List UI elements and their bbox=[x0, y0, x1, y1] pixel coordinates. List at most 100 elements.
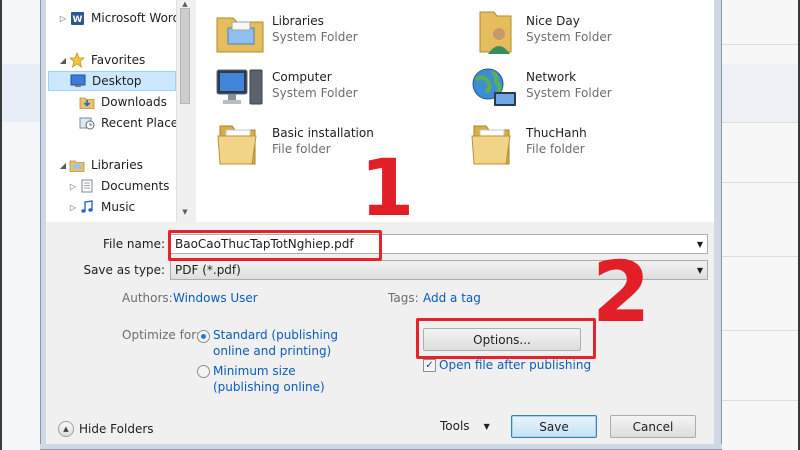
nav-item-label: Desktop bbox=[92, 74, 142, 88]
save-as-type-value: PDF (*.pdf) bbox=[175, 263, 241, 277]
network-icon bbox=[468, 64, 520, 112]
background-line bbox=[722, 256, 800, 257]
nav-item-downloads[interactable]: Downloads bbox=[68, 92, 167, 112]
item-name: Basic installation bbox=[272, 126, 374, 140]
collapse-arrow-icon[interactable]: ◢ bbox=[58, 161, 68, 170]
word-icon: W bbox=[68, 10, 86, 26]
background-window-left bbox=[0, 0, 40, 450]
file-item-nice-day[interactable]: Nice Day System Folder bbox=[468, 8, 708, 58]
nav-item-label: Libraries bbox=[91, 158, 143, 172]
tags-label: Tags: bbox=[388, 291, 419, 305]
file-list-pane[interactable]: Libraries System Folder Nice Day System Fo… bbox=[196, 0, 714, 222]
optimize-minimum-radio[interactable] bbox=[197, 365, 210, 378]
music-icon bbox=[78, 199, 96, 215]
item-type: File folder bbox=[526, 142, 585, 156]
user-folder-icon bbox=[468, 8, 520, 56]
open-after-publishing-checkbox[interactable]: ✓ bbox=[423, 359, 436, 372]
expand-arrow-icon[interactable]: ▷ bbox=[68, 203, 78, 212]
dropdown-arrow-icon[interactable]: ▼ bbox=[697, 266, 703, 275]
folder-icon bbox=[214, 120, 266, 168]
save-button[interactable]: Save bbox=[511, 415, 597, 438]
recent-places-icon bbox=[78, 115, 96, 131]
item-name: Network bbox=[526, 70, 577, 84]
background-band bbox=[722, 64, 800, 122]
computer-icon bbox=[214, 64, 266, 112]
tags-input[interactable]: Add a tag bbox=[423, 291, 481, 305]
options-highlight-box bbox=[416, 318, 596, 359]
background-window-right bbox=[722, 0, 800, 450]
nav-item-favorites[interactable]: ◢ Favorites bbox=[58, 50, 145, 70]
nav-item-label: Downloads bbox=[101, 95, 167, 109]
dropdown-arrow-icon: ▼ bbox=[483, 421, 490, 431]
optimize-minimum-label[interactable]: Minimum size (publishing online) bbox=[213, 363, 325, 395]
item-type: System Folder bbox=[526, 86, 612, 100]
optimize-for-label: Optimize for: bbox=[122, 328, 200, 342]
save-as-type-label: Save as type: bbox=[83, 263, 165, 277]
background-line bbox=[722, 400, 800, 401]
open-after-publishing-label[interactable]: Open file after publishing bbox=[439, 358, 591, 372]
background-band bbox=[0, 64, 40, 122]
nav-item-libraries[interactable]: ◢ Libraries bbox=[58, 155, 143, 175]
nav-item-microsoft-word[interactable]: ▷ W Microsoft Word bbox=[58, 8, 180, 28]
nav-item-documents[interactable]: ▷ Documents bbox=[68, 176, 170, 196]
nav-item-label: Recent Places bbox=[101, 116, 185, 130]
nav-item-label: Music bbox=[101, 200, 136, 214]
item-type: File folder bbox=[272, 142, 331, 156]
navigation-pane[interactable]: ▷ W Microsoft Word ◢ Favorites Desktop D… bbox=[46, 0, 192, 222]
downloads-folder-icon bbox=[78, 94, 96, 110]
scroll-down-arrow-icon[interactable]: ▼ bbox=[177, 208, 193, 216]
file-item-libraries[interactable]: Libraries System Folder bbox=[214, 8, 454, 58]
background-line bbox=[722, 182, 800, 183]
libraries-folder-icon bbox=[214, 8, 266, 56]
dropdown-arrow-icon[interactable]: ▼ bbox=[697, 240, 703, 249]
file-item-basic-installation[interactable]: Basic installation File folder bbox=[214, 120, 454, 170]
optimize-standard-label[interactable]: Standard (publishing online and printing… bbox=[213, 327, 338, 359]
item-name: Libraries bbox=[272, 14, 324, 28]
expand-arrow-icon[interactable]: ▷ bbox=[68, 182, 78, 191]
item-type: System Folder bbox=[272, 86, 358, 100]
scroll-up-arrow-icon[interactable]: ▲ bbox=[177, 0, 193, 8]
nav-item-recent-places[interactable]: Recent Places bbox=[68, 113, 184, 133]
file-item-computer[interactable]: Computer System Folder bbox=[214, 64, 454, 114]
tools-menu-button[interactable]: Tools ▼ bbox=[440, 419, 490, 433]
item-type: System Folder bbox=[526, 30, 612, 44]
background-line bbox=[722, 44, 800, 45]
background-line bbox=[722, 330, 800, 331]
dialog-frame-right bbox=[714, 0, 722, 450]
tools-label: Tools bbox=[440, 419, 470, 433]
file-item-network[interactable]: Network System Folder bbox=[468, 64, 708, 114]
dialog-frame-bottom bbox=[40, 444, 722, 450]
optimize-standard-radio[interactable] bbox=[197, 330, 210, 343]
cancel-button[interactable]: Cancel bbox=[610, 415, 696, 438]
hide-folders-button[interactable]: ▲ Hide Folders bbox=[58, 421, 154, 437]
item-name: Computer bbox=[272, 70, 332, 84]
hide-folders-label: Hide Folders bbox=[79, 422, 154, 436]
item-name: ThucHanh bbox=[526, 126, 587, 140]
item-type: System Folder bbox=[272, 30, 358, 44]
nav-item-label: Favorites bbox=[91, 53, 146, 67]
step-number-1: 1 bbox=[360, 144, 415, 234]
documents-icon bbox=[78, 178, 96, 194]
expand-arrow-icon[interactable]: ▷ bbox=[58, 14, 68, 23]
folder-icon bbox=[468, 120, 520, 168]
authors-value[interactable]: Windows User bbox=[173, 291, 258, 305]
authors-label: Authors: bbox=[122, 291, 173, 305]
nav-scrollbar[interactable]: ▲ ▼ bbox=[176, 0, 192, 222]
desktop-icon bbox=[69, 73, 87, 89]
nav-item-label: Microsoft Word bbox=[91, 11, 181, 25]
star-icon bbox=[68, 52, 86, 68]
background-line bbox=[722, 122, 800, 123]
libraries-icon bbox=[68, 157, 86, 173]
file-name-label: File name: bbox=[103, 237, 165, 251]
nav-item-desktop[interactable]: Desktop bbox=[48, 71, 176, 91]
file-name-highlight-box bbox=[168, 230, 382, 261]
nav-item-label: Documents bbox=[101, 179, 170, 193]
item-name: Nice Day bbox=[526, 14, 580, 28]
collapse-arrow-icon[interactable]: ◢ bbox=[58, 56, 68, 65]
screen-edge bbox=[0, 0, 2, 450]
nav-item-music[interactable]: ▷ Music bbox=[68, 197, 135, 217]
step-number-2: 2 bbox=[592, 243, 651, 341]
scroll-thumb[interactable] bbox=[180, 8, 190, 104]
file-item-thuchanh[interactable]: ThucHanh File folder bbox=[468, 120, 708, 170]
svg-text:W: W bbox=[72, 15, 82, 25]
